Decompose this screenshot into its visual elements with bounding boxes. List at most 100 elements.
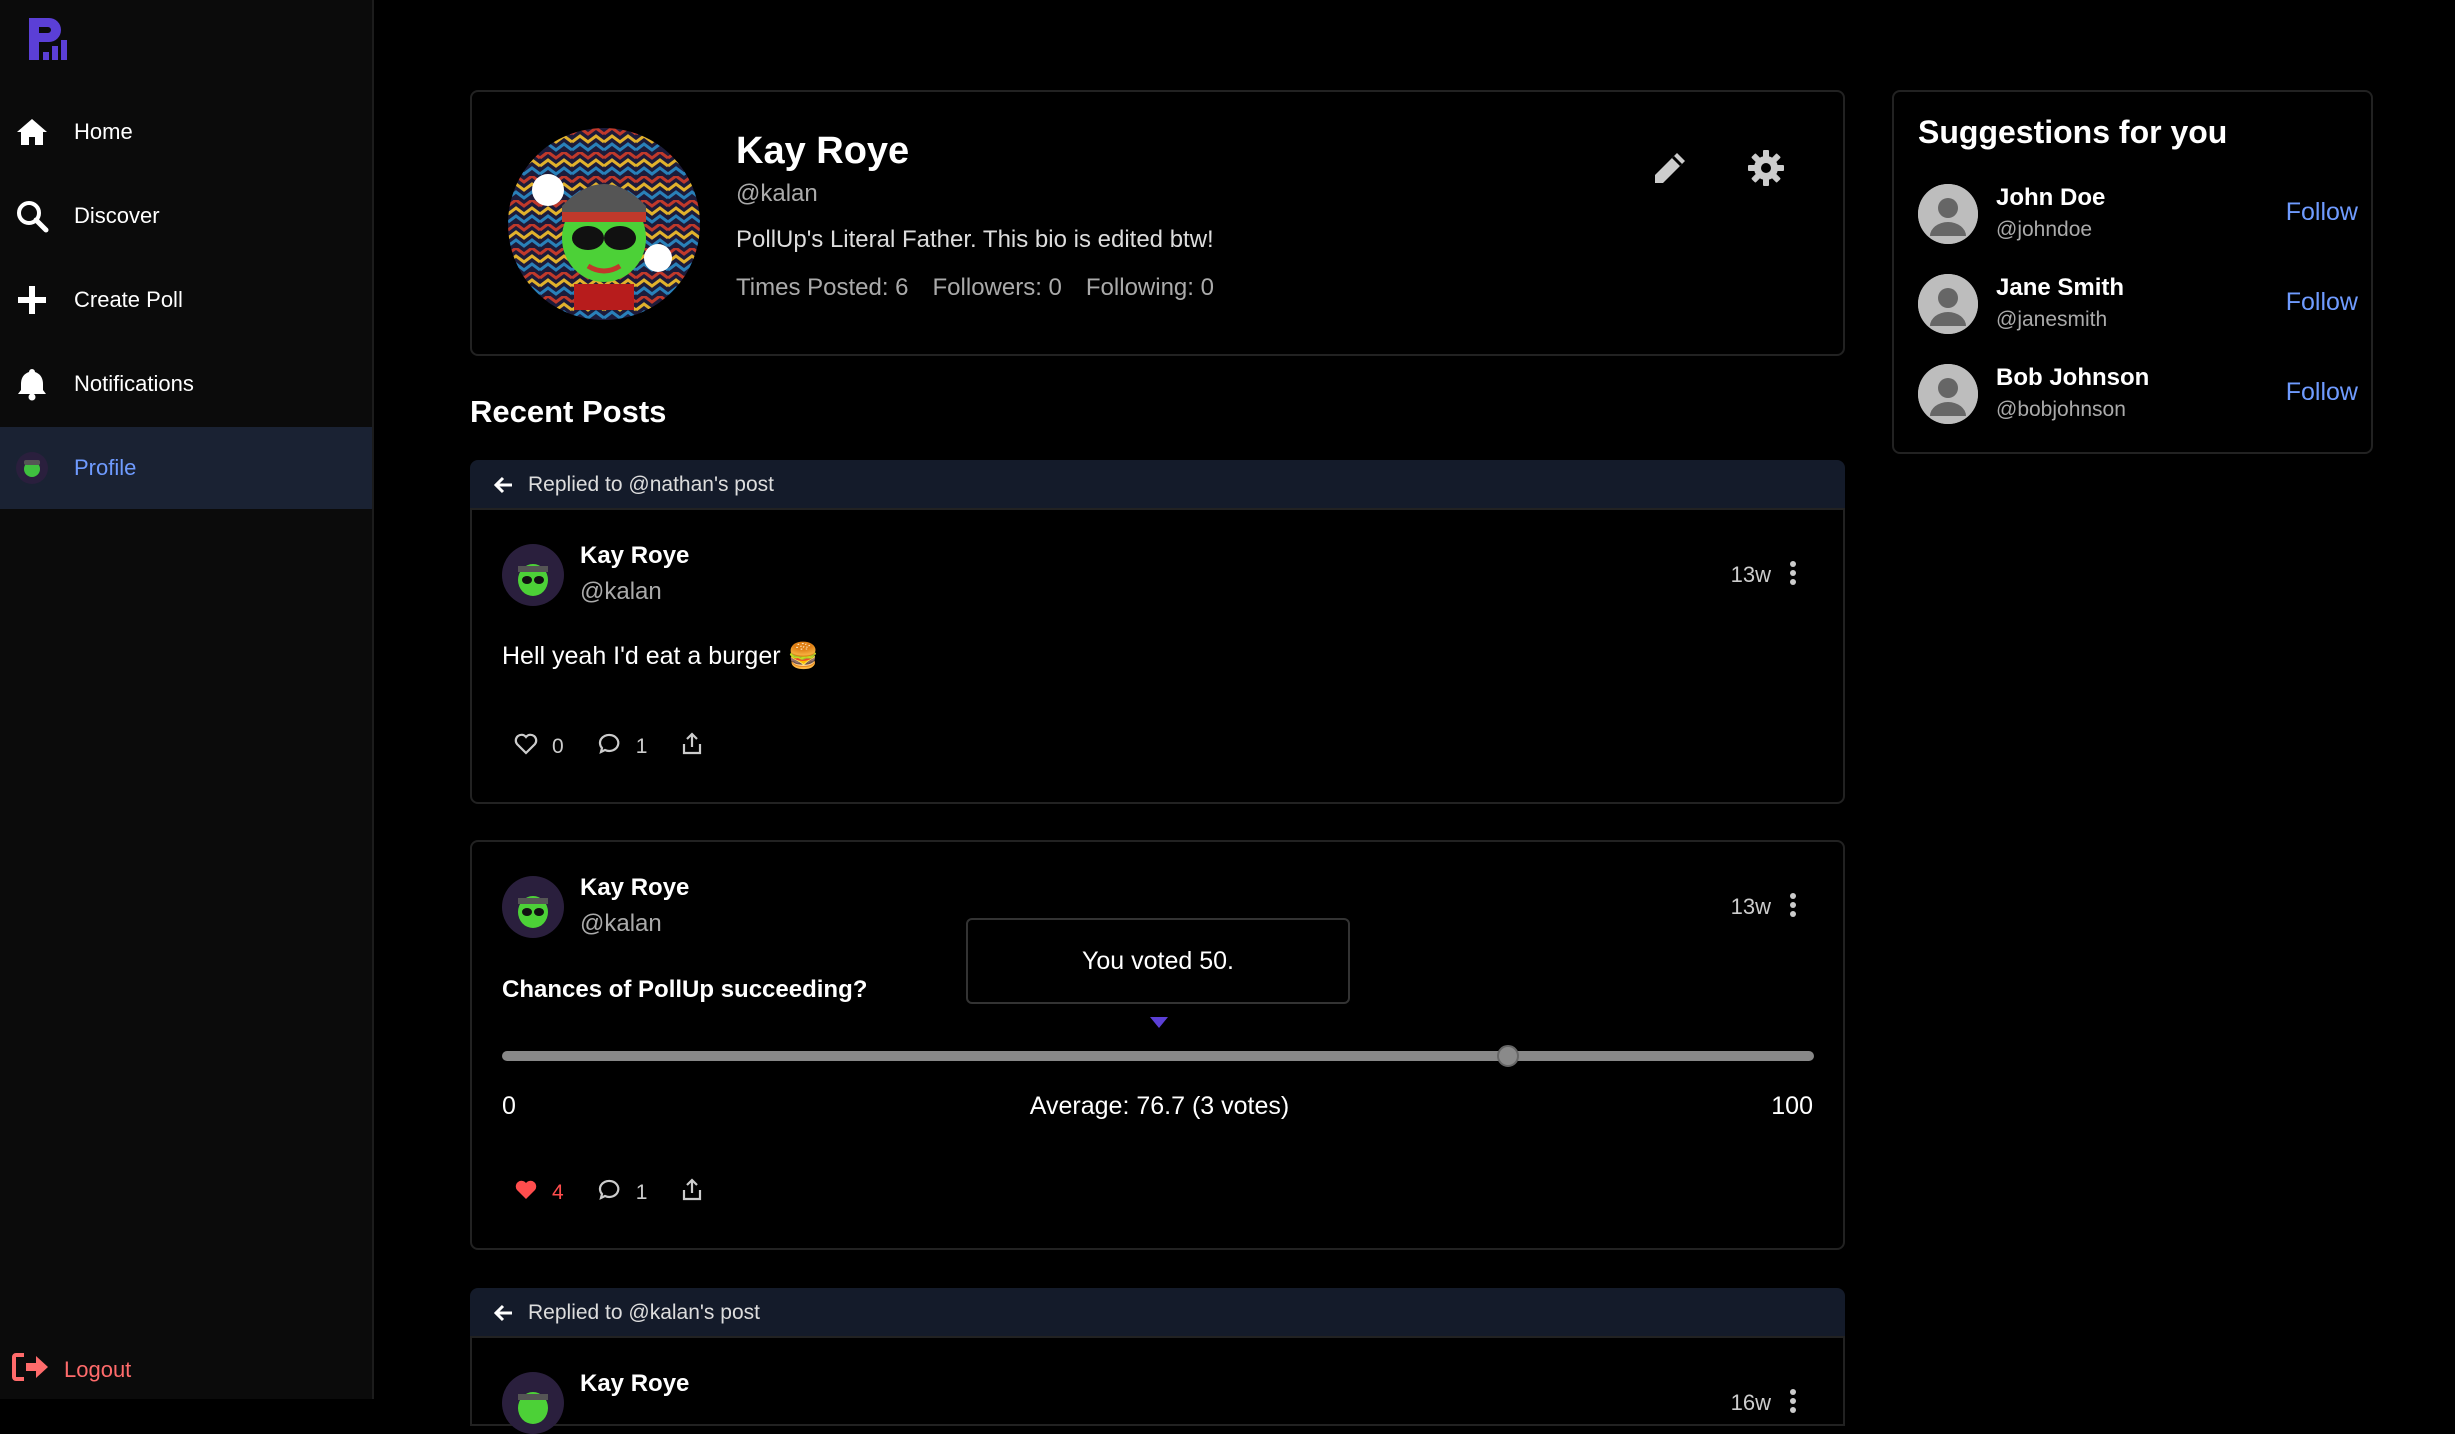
poll-average-thumb[interactable]: [1497, 1045, 1520, 1067]
suggestions-title: Suggestions for you: [1918, 114, 2228, 150]
comment-count: 1: [635, 1181, 648, 1204]
avatar: [14, 450, 50, 486]
more-options-icon[interactable]: [1783, 888, 1803, 922]
plus-icon: [14, 282, 50, 318]
suggestions-panel: Suggestions for you John Doe @johndoe Fo…: [1892, 90, 2373, 454]
nav-label: Notifications: [74, 371, 194, 396]
logout-label: Logout: [64, 1356, 132, 1382]
post-text: Hell yeah I'd eat a burger 🍔: [502, 642, 819, 670]
vote-tooltip: You voted 50.: [966, 918, 1350, 1004]
poll-slider[interactable]: [502, 1051, 1814, 1061]
more-options-icon[interactable]: [1783, 556, 1803, 590]
user-avatar-icon[interactable]: [1918, 184, 1978, 244]
nav-label: Home: [74, 119, 133, 144]
like-button[interactable]: 4: [514, 1179, 564, 1207]
post-author[interactable]: Kay Roye: [580, 542, 689, 570]
stat-times-posted: Times Posted: 6: [736, 274, 909, 301]
profile-stats: Times Posted: 6 Followers: 0 Following: …: [736, 274, 1214, 302]
like-count: 0: [552, 735, 564, 758]
nav-label: Discover: [74, 203, 160, 228]
slider-max-label: 100: [1771, 1092, 1813, 1120]
suggestion-handle: @bobjohnson: [1996, 398, 2126, 421]
logout-icon: [12, 1352, 50, 1387]
vote-marker-icon: [1150, 1016, 1168, 1034]
vote-tooltip-text: You voted 50.: [1082, 946, 1234, 975]
like-count: 4: [552, 1181, 564, 1204]
reply-text: Replied to @nathan's post: [528, 473, 774, 496]
search-icon: [14, 198, 50, 234]
nav-discover[interactable]: Discover: [0, 175, 372, 257]
heart-icon: [514, 733, 538, 761]
poll-average: Average: 76.7 (3 votes): [1029, 1092, 1290, 1120]
profile-bio: PollUp's Literal Father. This bio is edi…: [736, 226, 1214, 253]
nav-label: Create Poll: [74, 287, 183, 312]
stat-following[interactable]: Following: 0: [1086, 274, 1214, 302]
nav-home[interactable]: Home: [0, 91, 372, 173]
arrow-left-icon: [494, 476, 514, 494]
suggestion-handle: @johndoe: [1996, 218, 2093, 241]
suggestion-name[interactable]: Jane Smith: [1996, 274, 2124, 302]
share-icon: [681, 1178, 703, 1208]
post-avatar[interactable]: [502, 1372, 564, 1434]
bell-icon: [14, 366, 50, 402]
profile-card: Kay Roye @kalan PollUp's Literal Father.…: [470, 90, 1845, 356]
comment-icon: [598, 732, 622, 762]
profile-handle: @kalan: [736, 180, 818, 207]
edit-profile-button[interactable]: [1646, 146, 1694, 194]
reply-text: Replied to @kalan's post: [528, 1301, 760, 1324]
post-avatar[interactable]: [502, 876, 564, 938]
share-icon: [681, 732, 703, 762]
post-time: 13w: [1730, 894, 1771, 919]
share-button[interactable]: [681, 732, 703, 762]
nav-profile[interactable]: Profile: [0, 427, 372, 509]
sidebar: Home Discover Create Poll Notifications …: [0, 0, 374, 1399]
poll-question: Chances of PollUp succeeding?: [502, 976, 868, 1003]
suggestion-item: Bob Johnson @bobjohnson Follow: [1918, 364, 2358, 434]
post-actions: 0 1: [514, 732, 737, 762]
post-card[interactable]: Kay Roye 16w: [470, 1336, 1845, 1434]
suggestion-item: John Doe @johndoe Follow: [1918, 184, 2358, 254]
post-card[interactable]: Kay Roye @kalan 13w Hell yeah I'd eat a …: [470, 508, 1845, 804]
poll-post-card[interactable]: Kay Roye @kalan 13w Chances of PollUp su…: [470, 840, 1845, 1250]
logout-button[interactable]: Logout: [12, 1352, 131, 1387]
follow-button[interactable]: Follow: [2286, 288, 2358, 317]
comment-count: 1: [635, 735, 648, 758]
pencil-icon: [1651, 149, 1689, 192]
user-avatar-icon[interactable]: [1918, 364, 1978, 424]
suggestion-name[interactable]: Bob Johnson: [1996, 364, 2149, 392]
post-handle: @kalan: [580, 578, 662, 605]
user-avatar-icon[interactable]: [1918, 274, 1978, 334]
more-options-icon[interactable]: [1783, 1384, 1803, 1418]
comment-icon: [598, 1178, 622, 1208]
gear-icon: [1747, 149, 1785, 192]
post-author[interactable]: Kay Roye: [580, 1370, 689, 1398]
follow-button[interactable]: Follow: [2286, 378, 2358, 407]
home-icon: [14, 114, 50, 150]
post-author[interactable]: Kay Roye: [580, 874, 689, 902]
suggestion-item: Jane Smith @janesmith Follow: [1918, 274, 2358, 344]
post-time: 13w: [1730, 562, 1771, 587]
like-button[interactable]: 0: [514, 733, 564, 761]
post-time: 16w: [1730, 1390, 1771, 1415]
comment-button[interactable]: 1: [598, 732, 648, 762]
reply-indicator[interactable]: Replied to @kalan's post: [470, 1288, 1845, 1338]
profile-name: Kay Roye: [736, 130, 910, 172]
post-avatar[interactable]: [502, 544, 564, 606]
settings-button[interactable]: [1742, 146, 1790, 194]
post-handle: @kalan: [580, 910, 662, 937]
comment-button[interactable]: 1: [598, 1178, 648, 1208]
nav-notifications[interactable]: Notifications: [0, 343, 372, 425]
post-actions: 4 1: [514, 1178, 737, 1208]
heart-filled-icon: [514, 1179, 538, 1207]
nav-create-poll[interactable]: Create Poll: [0, 259, 372, 341]
arrow-left-icon: [494, 1304, 514, 1322]
follow-button[interactable]: Follow: [2286, 198, 2358, 227]
suggestion-handle: @janesmith: [1996, 308, 2108, 331]
pollup-logo[interactable]: [26, 16, 72, 62]
suggestion-name[interactable]: John Doe: [1996, 184, 2105, 212]
share-button[interactable]: [681, 1178, 703, 1208]
nav-label: Profile: [74, 455, 137, 480]
profile-avatar[interactable]: [508, 128, 700, 320]
reply-indicator[interactable]: Replied to @nathan's post: [470, 460, 1845, 510]
stat-followers[interactable]: Followers: 0: [933, 274, 1062, 302]
